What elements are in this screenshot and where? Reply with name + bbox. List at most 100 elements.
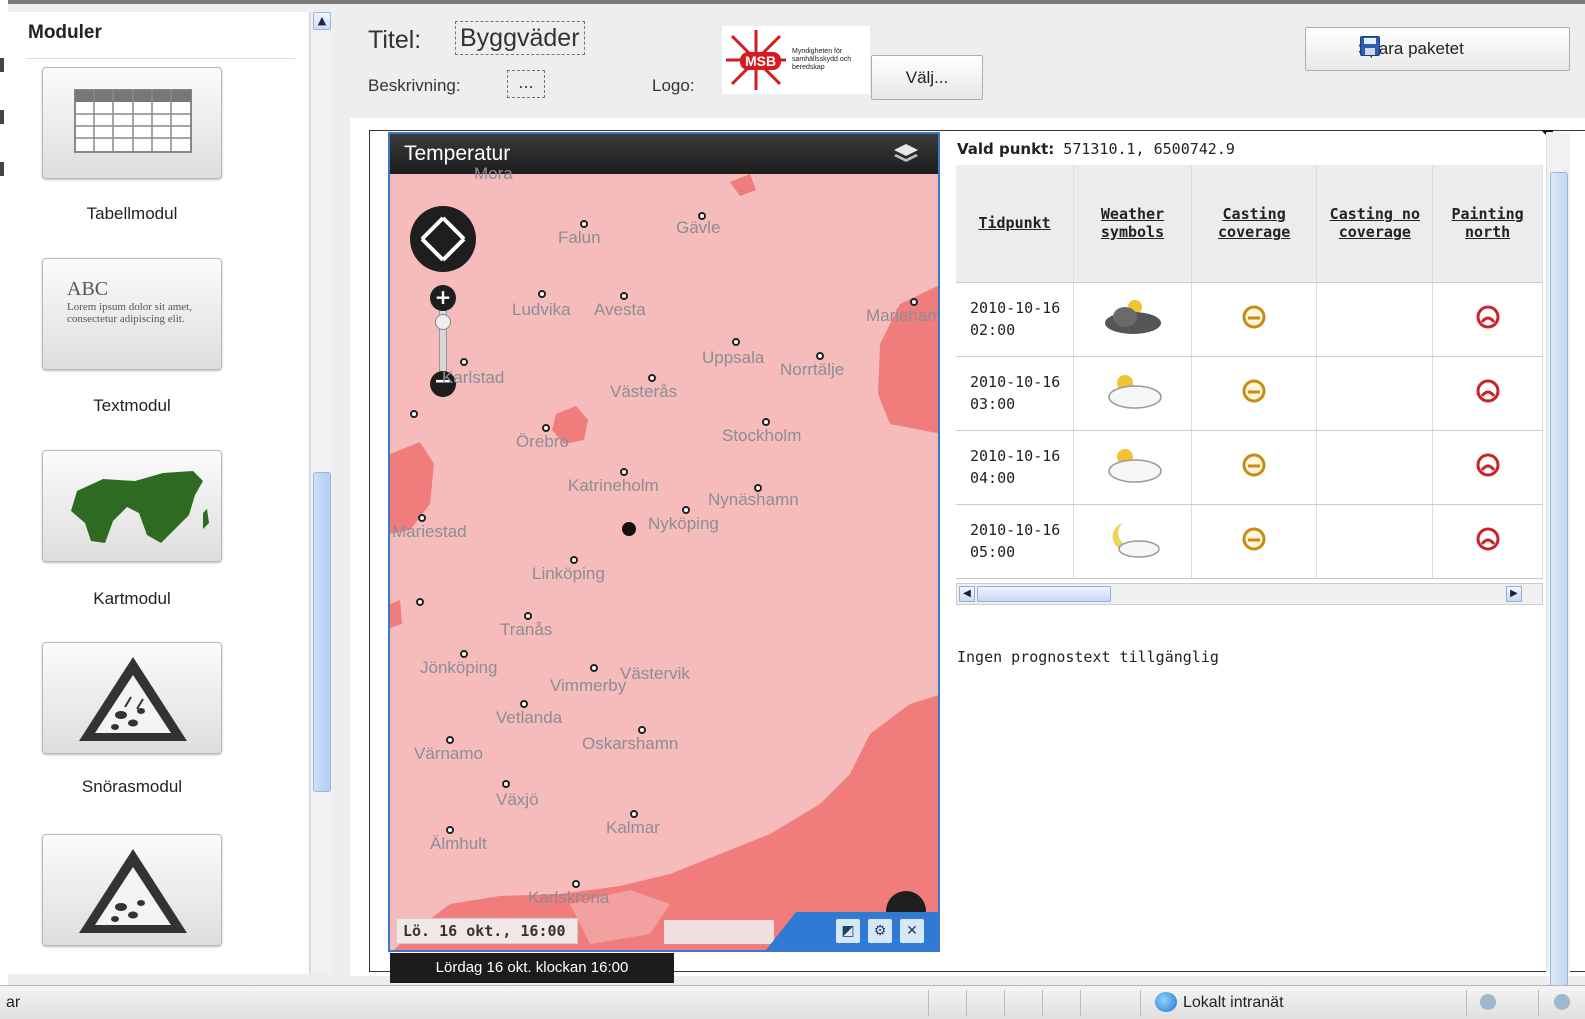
forecast-table: Tidpunkt Weather symbols Casting coverag… — [956, 165, 1543, 579]
neutral-face-icon — [1242, 453, 1266, 477]
casting-coverage-cell — [1191, 504, 1318, 579]
security-zone[interactable]: Lokalt intranät — [1183, 994, 1284, 1012]
zoom-level-icon[interactable] — [1554, 994, 1570, 1010]
content-scroll-thumb[interactable] — [1550, 172, 1568, 992]
text-sample-body: Lorem ipsum dolor sit amet, consectetur … — [67, 301, 192, 325]
city-dot — [682, 506, 690, 514]
zoom-slider-handle[interactable] — [435, 314, 451, 330]
city-label: Karlstad — [442, 368, 505, 387]
scroll-right-arrow-icon[interactable]: ▶ — [1506, 586, 1522, 602]
sad-face-icon — [1476, 527, 1500, 551]
casting-no-coverage-cell — [1316, 430, 1434, 505]
city-label: Växjö — [496, 790, 539, 809]
sidebar-scroll-thumb[interactable] — [313, 472, 331, 792]
city-label: Gävle — [676, 218, 721, 237]
casting-coverage-cell — [1191, 430, 1318, 505]
city-label: Kalmar — [606, 818, 660, 837]
map-shape-icon — [71, 471, 209, 543]
neutral-face-icon — [1242, 305, 1266, 329]
module-tile-table[interactable] — [42, 67, 222, 179]
time-cell: 2010-10-16 03:00 — [956, 356, 1075, 431]
module-tile-snow[interactable] — [42, 642, 222, 754]
table-row: 2010-10-16 05:00 — [956, 504, 1543, 579]
city-dot — [418, 514, 426, 522]
painting-north-cell — [1432, 430, 1543, 505]
status-bar: ar Lokalt intranät — [0, 985, 1585, 1019]
msb-org-name: Myndigheten för samhällsskydd och bereds… — [792, 48, 852, 71]
moon-cloud-icon — [1112, 523, 1160, 558]
city-dot — [620, 468, 628, 476]
casting-no-coverage-cell — [1316, 282, 1434, 357]
map-time-tooltip: Lördag 16 okt. klockan 16:00 — [390, 953, 674, 983]
city-dot — [572, 880, 580, 888]
city-dot — [754, 484, 762, 492]
column-header-casting-coverage[interactable]: Casting coverage — [1191, 165, 1318, 283]
scroll-up-arrow-icon[interactable]: ▲ — [313, 12, 331, 30]
city-dot — [648, 374, 656, 382]
choose-logo-button[interactable]: Välj... — [871, 55, 983, 100]
sad-face-icon — [1476, 379, 1500, 403]
sidebar-scrollbar[interactable]: ▲ — [310, 12, 332, 974]
content-vertical-scrollbar[interactable] — [1546, 132, 1570, 992]
pan-control[interactable] — [410, 206, 476, 272]
selected-point-value: 571310.1, 6500742.9 — [1063, 140, 1235, 158]
neutral-face-icon — [1242, 527, 1266, 551]
map-title: Temperatur — [404, 142, 511, 165]
city-label: Katrineholm — [568, 476, 659, 495]
column-header-casting-no-coverage[interactable]: Casting no coverage — [1316, 165, 1434, 283]
city-label: Uppsala — [702, 348, 765, 367]
scroll-left-arrow-icon[interactable]: ◀ — [959, 586, 975, 602]
city-label: Mariestad — [392, 522, 467, 541]
city-label: Avesta — [594, 300, 646, 319]
city-dot — [698, 212, 706, 220]
module-tile-warning[interactable] — [42, 834, 222, 946]
casting-no-coverage-cell — [1316, 356, 1434, 431]
table-row: 2010-10-16 02:00 — [956, 282, 1543, 357]
column-header-painting-north[interactable]: Painting north — [1432, 165, 1543, 283]
map-date-label: Lö. 16 okt., 16:00 — [396, 918, 578, 944]
weather-cell — [1073, 356, 1192, 431]
module-tile-map[interactable] — [42, 450, 222, 562]
city-dot — [416, 598, 424, 606]
title-field[interactable]: Byggväder — [455, 21, 585, 55]
column-header-time[interactable]: Tidpunkt — [956, 165, 1075, 283]
browser-window: Moduler Tabellmodul ABC Lorem ipsum dolo… — [0, 0, 1585, 1019]
layers-icon[interactable] — [892, 142, 920, 166]
floppy-save-icon — [1360, 36, 1380, 56]
city-label: Älmhult — [430, 834, 487, 853]
time-cell: 2010-10-16 04:00 — [956, 430, 1075, 505]
window-top-border — [0, 0, 1585, 4]
pan-arrows-icon — [420, 216, 466, 262]
map-time-track[interactable] — [664, 920, 774, 944]
module-label-map: Kartmodul — [93, 589, 171, 608]
city-label: Mora — [474, 164, 513, 183]
table-horizontal-scrollbar[interactable]: ◀ ▶ — [956, 583, 1543, 605]
city-label: Nynäshamn — [708, 490, 799, 509]
map-toolbar: ◩ ⚙ ✕ — [766, 912, 938, 950]
map-settings-icon[interactable]: ⚙ — [868, 919, 892, 943]
protected-mode-icon[interactable] — [1480, 994, 1496, 1010]
module-label-table: Tabellmodul — [86, 204, 178, 223]
column-header-weather[interactable]: Weather symbols — [1073, 165, 1192, 283]
city-label: Nyköping — [648, 514, 719, 533]
map-close-icon[interactable]: ✕ — [900, 919, 924, 943]
temperature-map[interactable]: Temperatur + − Mora Falun Gävle Ludvika … — [388, 132, 940, 952]
modules-sidebar: Moduler Tabellmodul ABC Lorem ipsum dolo… — [8, 12, 310, 974]
casting-coverage-cell — [1191, 282, 1318, 357]
weather-cell — [1073, 430, 1192, 505]
selected-point-marker-icon[interactable] — [622, 522, 636, 536]
table-scroll-thumb[interactable] — [977, 586, 1111, 602]
forecast-table-wrap: Tidpunkt Weather symbols Casting coverag… — [956, 165, 1543, 580]
description-field[interactable]: ... — [507, 70, 545, 98]
save-package-button[interactable]: Spara paketet — [1305, 27, 1570, 71]
map-resize-icon[interactable]: ◩ — [836, 919, 860, 943]
map-header: Temperatur — [390, 134, 938, 174]
module-tile-text[interactable]: ABC Lorem ipsum dolor sit amet, consecte… — [42, 258, 222, 370]
falling-rocks-warning-icon — [79, 849, 187, 933]
city-dot — [590, 664, 598, 672]
zoom-in-icon[interactable]: + — [430, 285, 456, 311]
intranet-globe-icon — [1155, 992, 1177, 1012]
description-label: Beskrivning: — [368, 76, 461, 95]
msb-badge: MSB — [740, 52, 782, 70]
city-dot — [520, 700, 528, 708]
